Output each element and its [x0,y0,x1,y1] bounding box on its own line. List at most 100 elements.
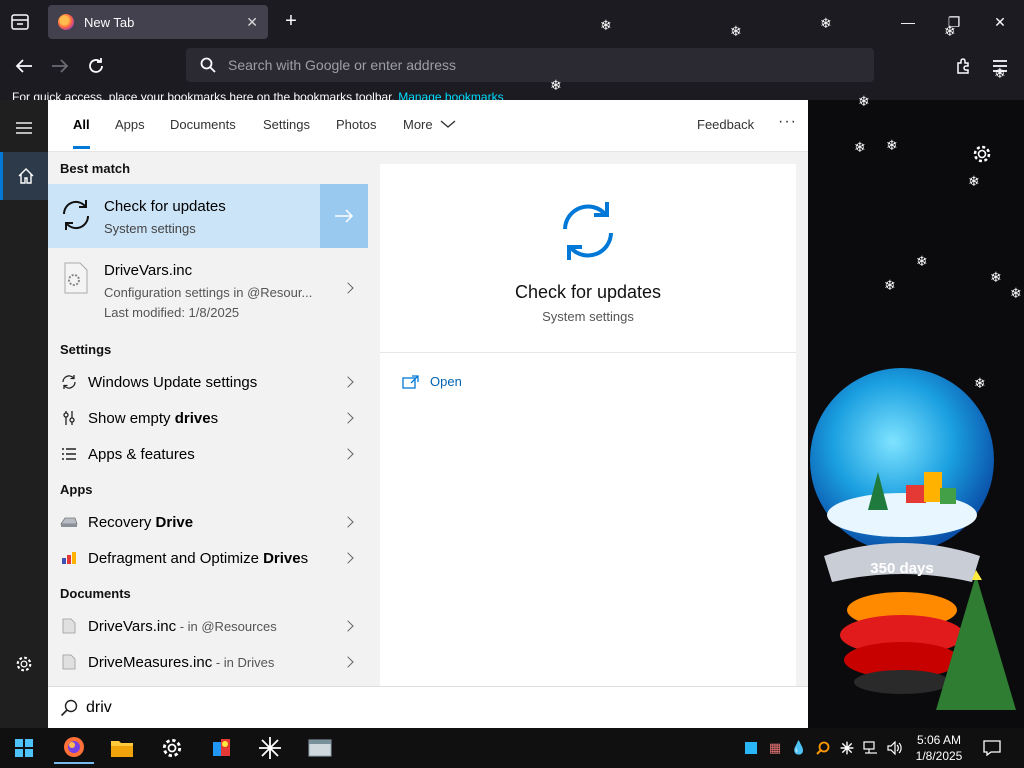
chevron-right-icon [342,412,354,424]
start-search-panel: All Apps Documents Settings Photos More … [0,100,808,728]
result-label: Show empty drives [88,409,219,427]
result-label: Recovery Drive [88,513,194,531]
snowflake-icon: ❄ [820,15,832,31]
window-app-icon [308,739,332,757]
result-doc-drivemeasures[interactable]: DriveMeasures.inc - in Drives [48,644,368,680]
action-center-button[interactable] [980,728,1004,768]
app-icon [213,739,230,756]
result-drivevars-inc[interactable]: DriveVars.inc Configuration settings in … [48,248,368,328]
search-box[interactable] [48,686,808,728]
settings-gear-desktop-icon[interactable] [972,144,994,166]
settings-tool-icon [60,409,78,427]
home-icon [18,168,33,184]
volume-icon[interactable] [886,728,904,768]
chevron-right-icon [342,552,354,564]
search-results-list: Best match Check for updates System sett… [48,152,368,686]
search-filter-tabs: All Apps Documents Settings Photos More … [48,100,808,152]
tab-settings[interactable]: Settings [263,117,310,132]
result-show-empty-drives[interactable]: Show empty drives [48,400,368,436]
address-input[interactable] [228,57,828,73]
tab-documents[interactable]: Documents [170,117,236,132]
taskbar-firefox[interactable] [54,732,94,764]
address-bar[interactable] [186,48,874,82]
settings-button[interactable] [0,640,48,688]
result-defragment-optimize[interactable]: Defragment and Optimize Drives [48,540,368,576]
minimize-button[interactable]: — [896,10,920,34]
tab-title: New Tab [84,14,135,30]
asterisk-icon [840,741,854,755]
tab-photos[interactable]: Photos [336,117,376,132]
snowflake-icon: ❄ [600,17,612,33]
droplet-icon: 💧 [790,740,808,755]
list-icon [60,445,78,463]
tab-more[interactable]: More [403,117,456,132]
preview-subtitle: System settings [542,309,634,324]
more-options-button[interactable]: ··· [778,113,797,131]
taskbar-app[interactable] [202,732,242,764]
tab-list-icon [11,14,29,30]
result-title: DriveVars.inc [104,262,193,279]
puzzle-icon [957,58,969,74]
extensions-button[interactable] [950,52,978,80]
snowflake-icon: ❄ [858,93,870,109]
close-tab-icon[interactable]: ✕ [246,14,258,31]
preview-title: Check for updates [514,282,662,302]
config-file-icon [64,262,88,294]
result-preview-pane: Check for updates System settings Open [380,164,796,688]
tray-app-icon[interactable]: ▦ [766,728,784,768]
folder-icon [111,741,133,757]
network-icon[interactable] [862,728,880,768]
taskbar-file-explorer[interactable] [102,732,142,764]
taskbar-control-panel[interactable] [300,732,340,764]
firefox-icon [64,737,84,757]
tray-rainmeter-icon[interactable] [838,728,856,768]
open-details-button[interactable] [320,184,368,248]
clock-time: 5:06 AM [916,733,962,747]
reload-button[interactable] [82,52,110,80]
nav-bar [0,44,1024,88]
snowflake-icon: ❄ [990,269,1002,285]
snow-globe-image: 350 days [810,368,1016,710]
result-apps-features[interactable]: Apps & features [48,436,368,472]
back-button[interactable] [10,52,38,80]
defrag-icon [60,549,78,567]
taskbar-settings[interactable] [152,732,192,764]
result-doc-drivevars[interactable]: DriveVars.inc - in @Resources [48,608,368,644]
section-header-best-match: Best match [60,161,131,176]
open-action[interactable]: Open [402,374,462,389]
tray-app-icon[interactable] [742,728,760,768]
reload-icon [89,58,103,73]
snowflake-icon: ❄ [968,173,980,189]
new-tab-button[interactable]: + [280,10,302,34]
tray-search-icon[interactable] [814,728,832,768]
chevron-right-icon [342,620,354,632]
section-header-settings: Settings [60,342,112,357]
expand-menu-button[interactable] [0,104,48,152]
firefox-icon [58,14,74,30]
taskbar-rainmeter[interactable] [250,732,290,764]
sync-icon [563,202,613,260]
search-query-input[interactable] [86,698,386,717]
browser-window: New Tab ✕ + — ❐ ✕ Search with Google or … [0,0,1024,104]
chevron-right-icon [342,516,354,528]
tray-app-icon[interactable]: 💧 [790,728,808,768]
clock-date: 1/8/2025 [915,749,963,763]
best-match-result[interactable]: Check for updates System settings [48,184,368,248]
start-button[interactable] [4,732,44,764]
result-windows-update-settings[interactable]: Windows Update settings [48,364,368,400]
close-window-button[interactable]: ✕ [988,10,1012,34]
tab-all[interactable]: All [73,117,90,149]
gear-icon [16,656,32,672]
search-icon [816,741,830,755]
list-all-tabs-button[interactable] [8,10,32,34]
forward-button[interactable] [46,52,74,80]
chevron-right-icon [342,376,354,388]
chevron-right-icon [342,448,354,460]
feedback-button[interactable]: Feedback [697,117,754,132]
result-recovery-drive[interactable]: Recovery Drive [48,504,368,540]
home-button[interactable] [0,152,48,200]
taskbar-clock[interactable]: 5:06 AM 1/8/2025 [908,732,970,764]
tab-apps[interactable]: Apps [115,117,145,132]
blue-square-icon [745,742,757,754]
tab-new-tab[interactable]: New Tab ✕ [48,5,268,39]
